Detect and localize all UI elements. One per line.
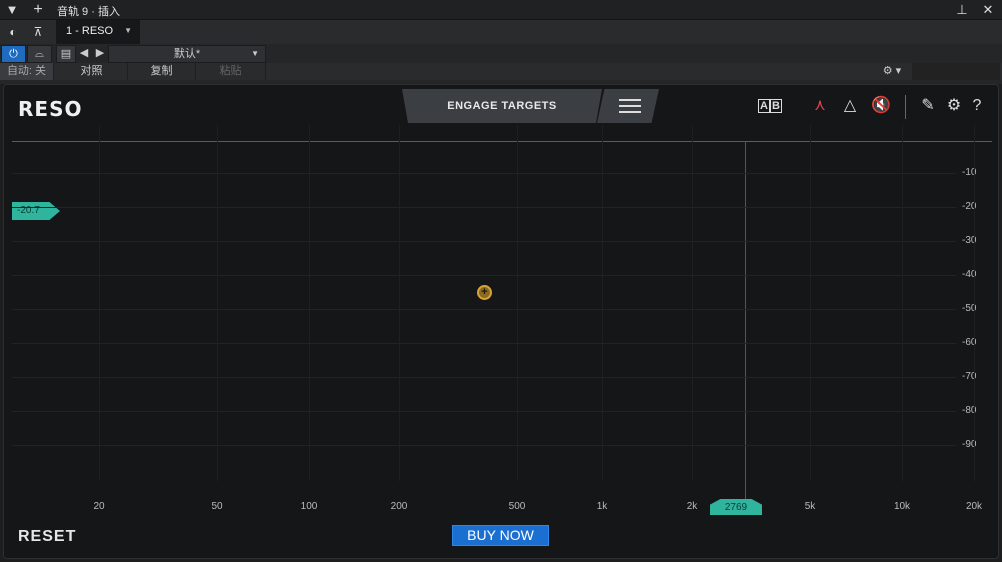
title-bar: ▼ + 音轨 9 · 插入 ⊥ ✕	[0, 0, 1002, 20]
frequency-axis-label: 100	[300, 501, 318, 512]
routing-icon[interactable]: ◐	[5, 24, 21, 40]
automation-toggle[interactable]: 自动: 关	[0, 63, 54, 80]
grid-line	[399, 125, 400, 481]
b-icon: B	[770, 99, 782, 113]
pin-icon[interactable]: ⊥	[954, 2, 970, 18]
hamburger-icon-bar	[619, 111, 641, 113]
logo: RESO	[18, 97, 83, 121]
settings-icon[interactable]: ⚙	[944, 97, 964, 115]
power-button[interactable]: ⏻	[1, 45, 26, 63]
threshold-handle[interactable]: -20.7	[12, 202, 60, 220]
insert-slot-selector[interactable]: 1 - RESO ▼	[56, 20, 140, 44]
plugin-window: RESO ENGAGE TARGETS AB ⋏ △ 🔇 ✎ ⚙ ? -20.7…	[3, 84, 999, 559]
window-title: 音轨 9 · 插入	[57, 6, 120, 18]
frequency-axis-label: 2k	[686, 501, 698, 512]
reset-button[interactable]: RESET	[18, 528, 76, 546]
divider	[905, 95, 906, 119]
delta-icon[interactable]: △	[840, 97, 860, 115]
collapse-icon[interactable]: ▼	[4, 2, 20, 18]
grid-line	[602, 125, 603, 481]
spectrum-display[interactable]: -20.7 + 2769 -10 -20 -30 -40 -50 -60 -70 -80 -90…	[12, 125, 992, 545]
grid-line	[692, 125, 693, 481]
host-actions: 自动: 关 对照 复制 粘贴 ⚙ ▾	[0, 63, 1002, 80]
insert-slot-label: 1 - RESO	[66, 25, 114, 37]
frequency-cursor	[745, 141, 746, 511]
ab-compare-icon[interactable]: AB	[754, 97, 786, 115]
help-icon[interactable]: ?	[968, 97, 986, 115]
prev-preset-icon[interactable]: ◀	[76, 45, 92, 63]
sidechain-icon[interactable]: ⊼	[30, 24, 46, 40]
grid-line	[12, 445, 956, 446]
chevron-down-icon: ▼	[124, 26, 132, 35]
frequency-axis-label: 20	[93, 501, 105, 512]
hamburger-icon	[619, 99, 641, 101]
grid-line	[309, 125, 310, 481]
grid-line	[12, 275, 956, 276]
threshold-line	[12, 141, 992, 142]
grid-line	[517, 125, 518, 481]
host-chrome: ▼ + 音轨 9 · 插入 ⊥ ✕ ◐ ⊼ 1 - RESO ▼ ⏻ ⌓ ▤ ◀…	[0, 0, 1002, 84]
compare-button[interactable]: 对照	[56, 63, 128, 80]
next-preset-icon[interactable]: ▶	[92, 45, 108, 63]
frequency-axis-label: 200	[390, 501, 408, 512]
gear-icon[interactable]: ⚙ ▾	[874, 63, 910, 80]
frequency-axis-label: 5k	[804, 501, 816, 512]
grid-line	[974, 125, 975, 481]
frequency-axis-label: 500	[508, 501, 526, 512]
engage-targets-button[interactable]: ENGAGE TARGETS	[402, 89, 602, 123]
preset-value: 默认*	[173, 48, 201, 60]
plugin-header: RESO ENGAGE TARGETS AB ⋏ △ 🔇 ✎ ⚙ ?	[4, 85, 1000, 125]
menu-button[interactable]	[597, 89, 659, 123]
band-node[interactable]: +	[477, 285, 492, 300]
frequency-axis-label: 1k	[596, 501, 608, 512]
grid-line	[902, 125, 903, 481]
hamburger-icon-bar	[619, 105, 641, 107]
host-field	[912, 63, 1000, 80]
a-icon: A	[758, 99, 770, 113]
plugin-toolbar: ◐ ⊼	[0, 20, 1002, 44]
frequency-readout[interactable]: 2769	[710, 499, 762, 515]
chevron-down-icon: ▼	[251, 49, 259, 58]
grid-line	[99, 125, 100, 481]
grid-line	[12, 377, 956, 378]
grid-line	[12, 173, 956, 174]
preset-selector[interactable]: 默认* ▼	[108, 45, 266, 63]
mute-icon[interactable]: 🔇	[870, 97, 892, 115]
preset-menu-icon[interactable]: ▤	[56, 45, 76, 63]
add-icon[interactable]: +	[30, 2, 46, 18]
peak-filter-icon[interactable]: ⋏	[810, 97, 830, 115]
grid-line	[217, 125, 218, 481]
copy-button[interactable]: 复制	[128, 63, 196, 80]
frequency-axis-label: 10k	[893, 501, 911, 512]
grid-line	[12, 207, 956, 208]
bypass-icon[interactable]: ⌓	[27, 45, 52, 63]
grid-line	[12, 309, 956, 310]
frequency-axis-label: 50	[211, 501, 223, 512]
brush-icon[interactable]: ✎	[918, 97, 938, 115]
grid-line	[12, 411, 956, 412]
paste-button[interactable]: 粘贴	[196, 63, 266, 80]
preset-bar: ⏻ ⌓ ▤ ◀ ▶ 默认* ▼	[0, 45, 1002, 63]
frequency-axis-label: 20k	[965, 501, 983, 512]
grid-line	[12, 241, 956, 242]
grid-line	[12, 343, 956, 344]
buy-now-button[interactable]: BUY NOW	[452, 525, 549, 546]
grid-line	[810, 125, 811, 481]
close-icon[interactable]: ✕	[980, 2, 996, 18]
